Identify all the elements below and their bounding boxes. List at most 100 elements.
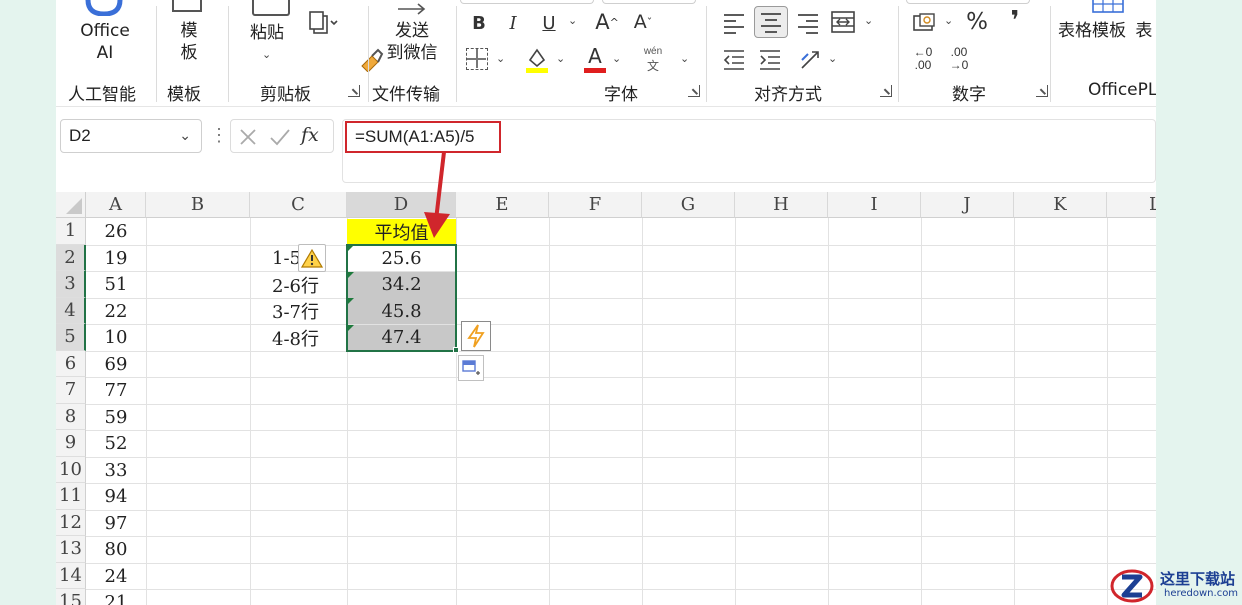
shrink-font-button[interactable]: Aˇ [628,8,658,36]
cell-a3[interactable]: 51 [86,272,146,298]
fill-color-dropdown-chevron-icon[interactable]: ⌄ [556,52,565,65]
currency-dropdown-chevron-icon[interactable]: ⌄ [944,14,953,27]
template-button[interactable]: 模 板 [164,20,214,64]
cell-c3[interactable]: 2-6行 [250,272,347,298]
row-header-10[interactable]: 10 [56,456,86,483]
row-header-11[interactable]: 11 [56,483,86,510]
column-header-g[interactable]: G [642,192,735,218]
column-header-a[interactable]: A [86,192,146,218]
row-header-2[interactable]: 2 [56,244,86,271]
insert-function-button[interactable]: fx [301,124,329,150]
cell-a9[interactable]: 52 [86,431,146,457]
font-launcher-icon[interactable] [688,85,700,97]
row-header-8[interactable]: 8 [56,403,86,430]
row-header-12[interactable]: 12 [56,509,86,536]
align-right-icon[interactable] [796,12,820,34]
font-name-box[interactable] [460,0,594,4]
cell-a2[interactable]: 19 [86,245,146,271]
text-direction-icon[interactable] [798,46,824,72]
merge-dropdown-chevron-icon[interactable]: ⌄ [864,14,873,27]
increase-decimal-button[interactable]: ←0 .00 [908,46,938,74]
row-header-5[interactable]: 5 [56,324,86,351]
alignment-launcher-icon[interactable] [880,85,892,97]
spreadsheet-grid[interactable]: A B C D E F G H I J K L 1 2 3 4 5 6 7 8 … [56,192,1156,605]
underline-dropdown-chevron-icon[interactable]: ⌄ [568,14,577,27]
currency-icon[interactable] [912,12,938,34]
pinyin-button[interactable]: wén 文 [636,46,670,74]
paste-dropdown-chevron-icon[interactable]: ⌄ [262,48,271,61]
cell-a6[interactable]: 69 [86,351,146,377]
row-header-1[interactable]: 1 [56,218,86,245]
cell-c4[interactable]: 3-7行 [250,298,347,324]
paste-options-button[interactable] [458,355,484,381]
column-header-h[interactable]: H [735,192,828,218]
number-launcher-icon[interactable] [1036,85,1048,97]
percent-button[interactable]: % [962,8,992,36]
more-dots-icon[interactable]: ⋮ [210,125,228,146]
bold-button[interactable]: B [464,10,494,36]
font-color-dropdown-chevron-icon[interactable]: ⌄ [612,52,621,65]
cell-a8[interactable]: 59 [86,404,146,430]
font-color-button[interactable]: A [582,44,608,74]
cell-a10[interactable]: 33 [86,457,146,483]
align-center-icon[interactable] [754,6,788,38]
row-header-3[interactable]: 3 [56,271,86,298]
cell-a1[interactable]: 26 [86,219,146,245]
column-header-i[interactable]: I [828,192,921,218]
row-header-7[interactable]: 7 [56,377,86,404]
cell-a15[interactable]: 21 [86,590,146,605]
cell-a4[interactable]: 22 [86,298,146,324]
error-warning-button[interactable] [298,244,326,272]
borders-dropdown-chevron-icon[interactable]: ⌄ [496,52,505,65]
column-header-k[interactable]: K [1014,192,1107,218]
cell-a5[interactable]: 10 [86,325,146,351]
borders-icon[interactable] [466,48,488,70]
confirm-icon[interactable] [269,128,291,146]
row-header-13[interactable]: 13 [56,536,86,563]
comma-style-button[interactable]: ❜ [1002,6,1028,36]
cell-c5[interactable]: 4-8行 [250,325,347,351]
italic-button[interactable]: I [498,10,528,36]
send-to-wechat-button[interactable]: 发送 到微信 [374,20,450,64]
column-header-f[interactable]: F [549,192,642,218]
office-ai-button[interactable]: Office AI [66,20,144,64]
decrease-decimal-button[interactable]: .00 →0 [944,46,974,74]
cell-a13[interactable]: 80 [86,537,146,563]
fill-color-icon[interactable] [524,46,550,74]
merge-center-icon[interactable] [830,10,856,34]
column-header-j[interactable]: J [921,192,1014,218]
row-header-15[interactable]: 15 [56,589,86,605]
row-header-6[interactable]: 6 [56,350,86,377]
quick-analysis-button[interactable] [461,321,491,351]
row-header-14[interactable]: 14 [56,562,86,589]
row-header-4[interactable]: 4 [56,297,86,324]
decrease-indent-icon[interactable] [722,48,746,70]
cell-a12[interactable]: 97 [86,510,146,536]
column-header-b[interactable]: B [146,192,250,218]
cell-a11[interactable]: 94 [86,484,146,510]
text-direction-dropdown-chevron-icon[interactable]: ⌄ [828,52,837,65]
pinyin-dropdown-chevron-icon[interactable]: ⌄ [680,52,689,65]
office-ai-icon[interactable] [84,0,124,17]
underline-button[interactable]: U [534,10,564,36]
select-all-corner[interactable] [56,192,86,218]
cell-a14[interactable]: 24 [86,563,146,589]
increase-indent-icon[interactable] [758,48,782,70]
cancel-icon[interactable] [239,128,257,146]
clipboard-launcher-icon[interactable] [348,85,360,97]
name-box[interactable]: D2 ⌄ [60,119,202,153]
paste-button[interactable]: 粘贴 [244,22,290,44]
number-format-box[interactable] [906,0,1030,4]
column-header-c[interactable]: C [250,192,347,218]
column-header-l[interactable]: L [1107,192,1156,218]
fill-handle[interactable] [453,347,459,353]
table-template-button[interactable]: 表格模板 表 [1058,20,1156,42]
font-size-box[interactable] [602,0,696,4]
align-left-icon[interactable] [722,12,746,34]
copy-icon[interactable] [308,10,338,38]
row-header-9[interactable]: 9 [56,430,86,457]
cell-a7[interactable]: 77 [86,378,146,404]
grow-font-button[interactable]: A ^ [592,8,622,36]
name-box-chevron-icon[interactable]: ⌄ [179,127,191,144]
column-header-e[interactable]: E [456,192,549,218]
